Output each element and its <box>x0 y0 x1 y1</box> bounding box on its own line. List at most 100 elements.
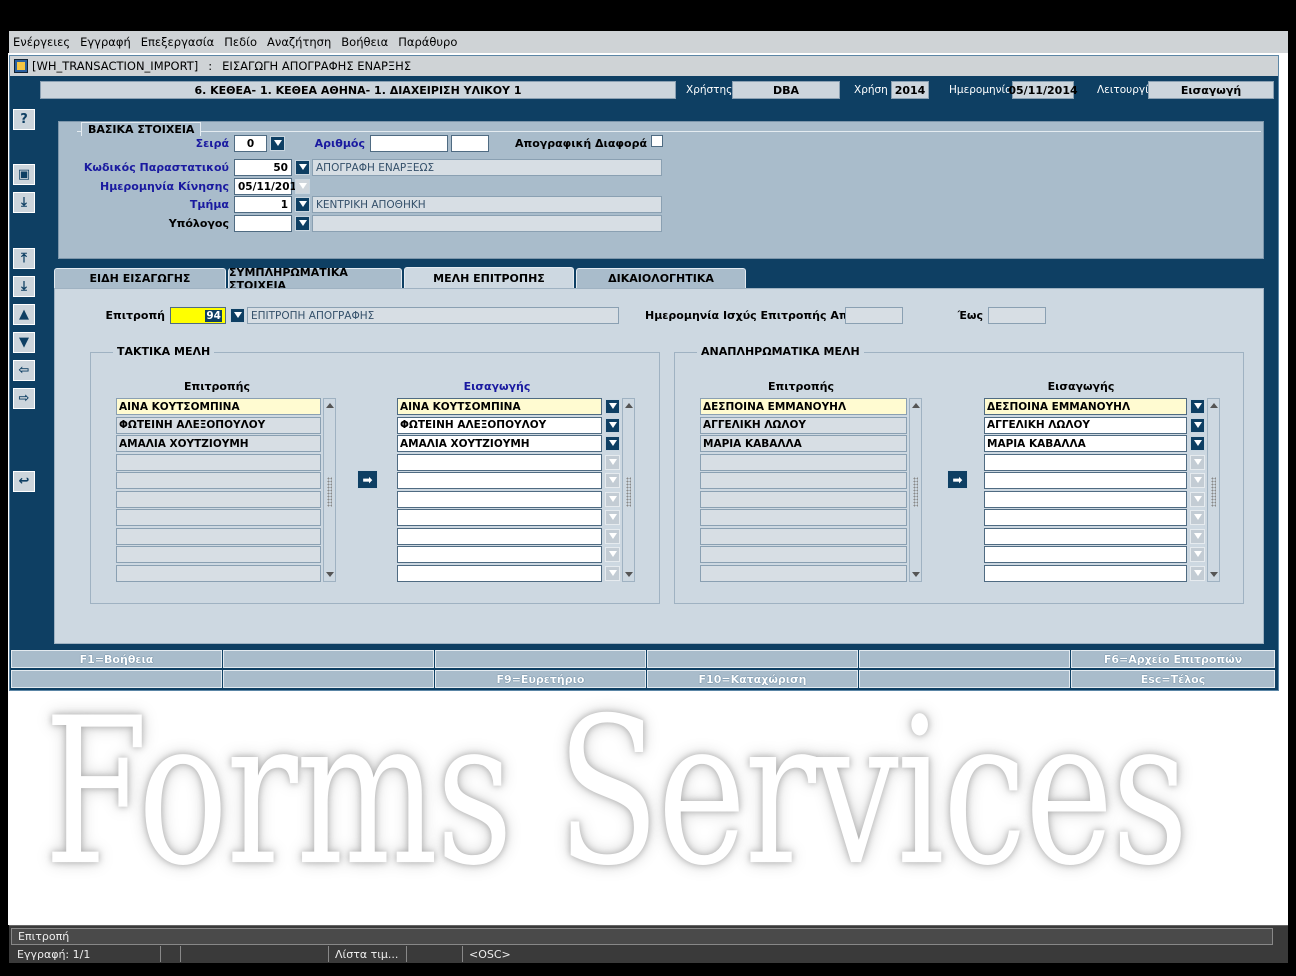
series-lov-button[interactable] <box>270 136 285 151</box>
menu-help[interactable]: Βοήθεια <box>341 35 388 49</box>
vertical-scrollbar[interactable] <box>622 398 635 582</box>
scroll-up-icon[interactable] <box>1208 399 1219 412</box>
member-lov-button[interactable] <box>605 510 620 525</box>
copy-regular-button[interactable]: ➡ <box>357 470 378 489</box>
scroll-down-icon[interactable] <box>910 568 921 581</box>
scroll-grip-icon[interactable] <box>913 476 918 507</box>
member-lov-button[interactable] <box>605 454 620 470</box>
member-row[interactable]: ΑΓΓΕΛΙΚΗ ΛΩΛΟΥ <box>984 416 1187 434</box>
member-row[interactable]: ΑΜΑΛΙΑ ΧΟΥΤΖΙΟΥΜΗ <box>116 435 321 452</box>
member-row[interactable] <box>700 564 907 582</box>
number-suffix-input[interactable] <box>451 135 489 152</box>
member-row[interactable] <box>116 490 321 508</box>
menu-record[interactable]: Εγγραφή <box>80 35 131 49</box>
tab-import-items[interactable]: ΕΙΔΗ ΕΙΣΑΓΩΓΗΣ <box>54 268 226 288</box>
doc-code-input[interactable]: 50 <box>234 159 292 176</box>
member-row[interactable]: ΜΑΡΙΑ ΚΑΒΑΛΛΑ <box>984 435 1187 452</box>
member-row[interactable] <box>700 453 907 471</box>
tab-committee-members[interactable]: ΜΕΛΗ ΕΠΙΤΡΟΠΗΣ <box>404 267 574 289</box>
calendar-button[interactable] <box>295 179 310 194</box>
department-lov-button[interactable] <box>295 197 310 212</box>
department-input[interactable]: 1 <box>234 196 292 213</box>
member-row[interactable] <box>700 527 907 545</box>
member-row[interactable]: ΔΕΣΠΟΙΝΑ ΕΜΜΑΝΟΥΗΛ <box>984 398 1187 415</box>
member-lov-button[interactable] <box>1190 473 1205 488</box>
member-lov-button[interactable] <box>1190 547 1205 562</box>
member-lov-button[interactable] <box>1190 417 1205 433</box>
member-lov-button[interactable] <box>605 491 620 507</box>
member-lov-button[interactable] <box>1190 565 1205 581</box>
menu-edit[interactable]: Επεξεργασία <box>141 35 214 49</box>
scroll-grip-icon[interactable] <box>327 476 332 507</box>
committee-input[interactable]: 94 <box>170 307 226 324</box>
previous-block-button[interactable]: ⇦ <box>13 360 35 381</box>
scroll-down-icon[interactable] <box>324 568 335 581</box>
member-row[interactable] <box>700 546 907 563</box>
member-lov-button[interactable] <box>1190 454 1205 470</box>
undo-button[interactable]: ↩ <box>13 471 35 492</box>
scroll-up-icon[interactable] <box>623 399 634 412</box>
member-row[interactable] <box>397 490 602 508</box>
member-row[interactable] <box>984 564 1187 582</box>
help-button[interactable]: ? <box>13 109 35 130</box>
menu-actions[interactable]: Ενέργειες <box>13 35 70 49</box>
fkey-r1-3[interactable] <box>435 650 646 668</box>
menu-window[interactable]: Παράθυρο <box>398 35 457 49</box>
menu-query[interactable]: Αναζήτηση <box>267 35 331 49</box>
inventory-diff-checkbox[interactable] <box>651 135 663 147</box>
scroll-grip-icon[interactable] <box>626 476 631 507</box>
member-lov-button[interactable] <box>1190 399 1205 414</box>
member-lov-button[interactable] <box>1190 510 1205 525</box>
member-row[interactable]: ΦΩΤΕΙΝΗ ΑΛΕΞΟΠΟΥΛΟΥ <box>116 416 321 434</box>
member-row[interactable] <box>397 509 602 526</box>
member-row[interactable]: ΔΕΣΠΟΙΝΑ ΕΜΜΑΝΟΥΗΛ <box>700 398 907 415</box>
member-row[interactable] <box>397 527 602 545</box>
member-lov-button[interactable] <box>605 528 620 544</box>
member-row[interactable]: ΑΓΓΕΛΙΚΗ ΛΩΛΟΥ <box>700 416 907 434</box>
member-row[interactable] <box>116 564 321 582</box>
member-row[interactable]: ΑΙΝΑ ΚΟΥΤΣΟΜΠΙΝΑ <box>397 398 602 415</box>
window-titlebar[interactable]: [WH_TRANSACTION_IMPORT] : ΕΙΣΑΓΩΓΗ ΑΠΟΓΡ… <box>10 56 1278 76</box>
fkey-r1-2[interactable] <box>223 650 434 668</box>
member-row[interactable] <box>984 546 1187 563</box>
member-row[interactable] <box>116 546 321 563</box>
member-row[interactable] <box>984 509 1187 526</box>
member-lov-button[interactable] <box>1190 528 1205 544</box>
member-lov-button[interactable] <box>1190 436 1205 451</box>
member-lov-button[interactable] <box>605 417 620 433</box>
vertical-scrollbar[interactable] <box>909 398 922 582</box>
number-input[interactable] <box>370 135 448 152</box>
member-row[interactable] <box>984 472 1187 489</box>
member-row[interactable]: ΑΙΝΑ ΚΟΥΤΣΟΜΠΙΝΑ <box>116 398 321 415</box>
accountable-input[interactable] <box>234 215 292 232</box>
member-row[interactable]: ΜΑΡΙΑ ΚΑΒΑΛΛΑ <box>700 435 907 452</box>
download-button[interactable]: ⤓ <box>13 192 35 213</box>
fkey-r1-5[interactable] <box>859 650 1070 668</box>
member-row[interactable] <box>116 472 321 489</box>
member-row[interactable]: ΑΜΑΛΙΑ ΧΟΥΤΖΙΟΥΜΗ <box>397 435 602 452</box>
member-row[interactable] <box>397 453 602 471</box>
previous-record-button[interactable]: ▲ <box>13 304 35 325</box>
member-row[interactable] <box>700 509 907 526</box>
member-row[interactable] <box>984 490 1187 508</box>
member-row[interactable] <box>984 527 1187 545</box>
save-button[interactable]: ▣ <box>13 164 35 185</box>
member-lov-button[interactable] <box>605 399 620 414</box>
member-lov-button[interactable] <box>605 547 620 562</box>
doc-code-lov-button[interactable] <box>295 160 310 175</box>
fkey-r1-4[interactable] <box>647 650 858 668</box>
member-row[interactable] <box>397 546 602 563</box>
fkey-r1-1[interactable]: F1=Βοήθεια <box>11 650 222 668</box>
member-row[interactable] <box>984 453 1187 471</box>
member-row[interactable] <box>116 527 321 545</box>
scroll-down-icon[interactable] <box>1208 568 1219 581</box>
fkey-committee-archive[interactable]: F6=Αρχείο Επιτροπών <box>1071 650 1275 668</box>
member-row[interactable] <box>397 472 602 489</box>
member-row[interactable]: ΦΩΤΕΙΝΗ ΑΛΕΞΟΠΟΥΛΟΥ <box>397 416 602 434</box>
series-input[interactable]: 0 <box>234 135 267 152</box>
scroll-up-icon[interactable] <box>910 399 921 412</box>
member-row[interactable] <box>116 453 321 471</box>
accountable-lov-button[interactable] <box>295 216 310 231</box>
member-row[interactable] <box>397 564 602 582</box>
member-row[interactable] <box>116 509 321 526</box>
